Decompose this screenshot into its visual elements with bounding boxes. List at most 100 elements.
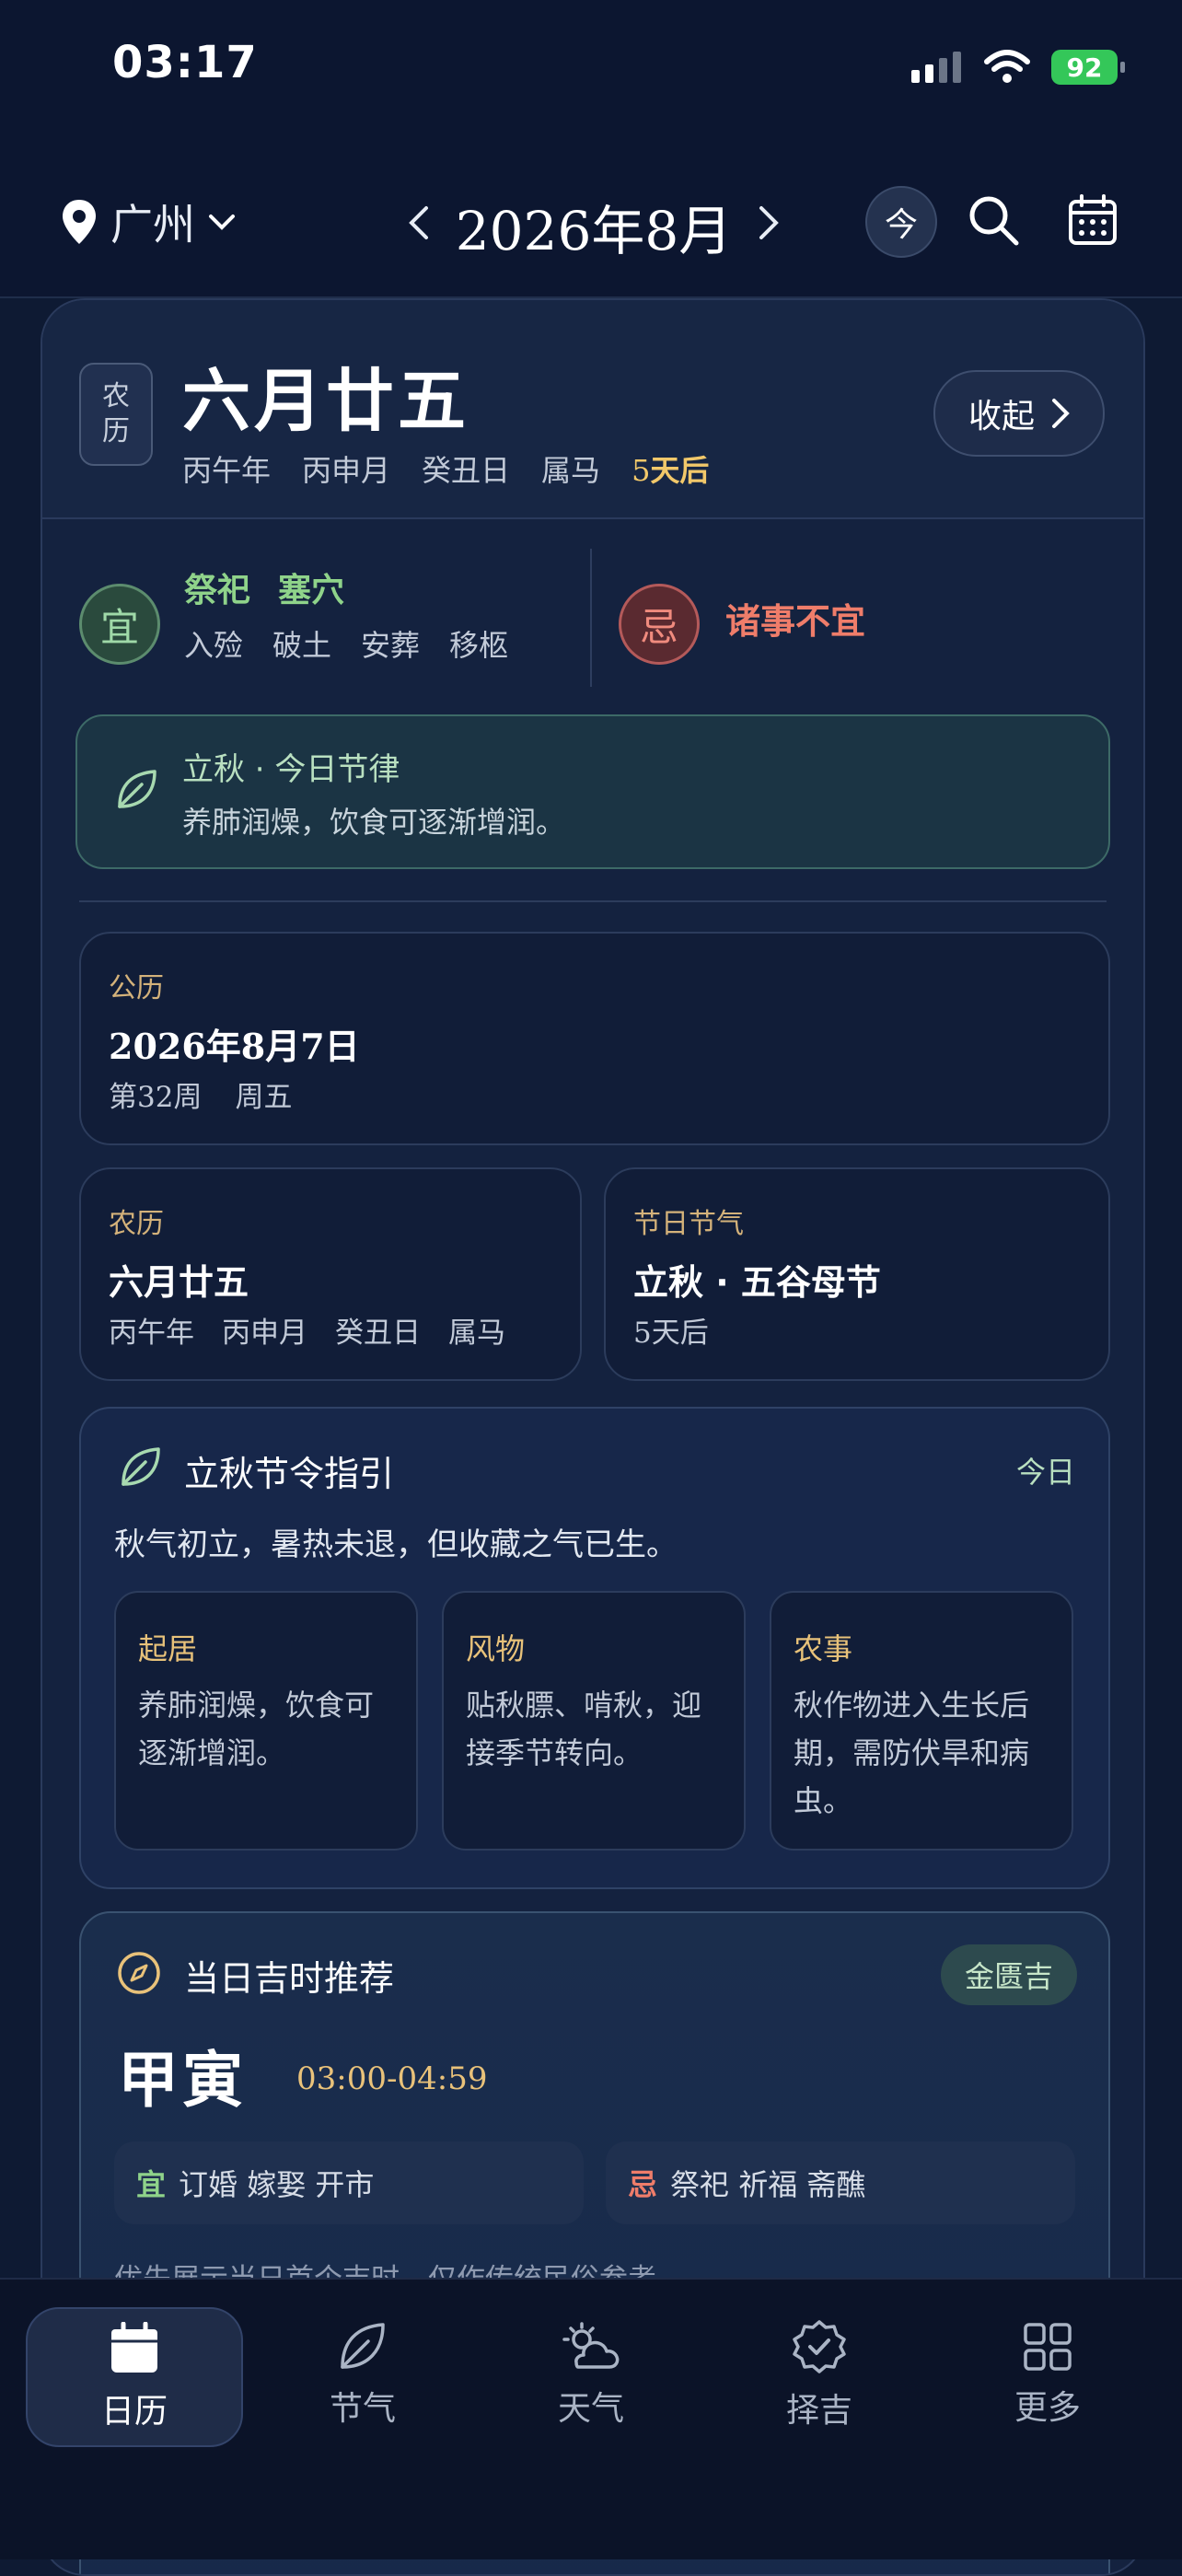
week-number: 第32周 bbox=[109, 1081, 203, 1114]
hour-yi-pill: 宜 订婚 嫁娶 开市 bbox=[114, 2141, 584, 2224]
lunar-badge-char-2: 历 bbox=[102, 415, 130, 447]
month-switcher: 2026年8月 bbox=[396, 188, 792, 265]
next-month-button[interactable] bbox=[746, 202, 792, 251]
guide-item-title: 风物 bbox=[466, 1631, 526, 1666]
lunar-sub-item: 属马 bbox=[448, 1317, 505, 1350]
countdown-number: 5 bbox=[632, 453, 651, 488]
yi-ji-divider bbox=[590, 549, 592, 687]
hour-time-range: 03:00-04:59 bbox=[296, 2060, 488, 2097]
search-icon bbox=[969, 196, 1019, 246]
tab-label: 择吉 bbox=[785, 2392, 852, 2430]
yi-sub-item: 安葬 bbox=[361, 628, 421, 663]
tab-solar-terms[interactable]: 节气 bbox=[256, 2307, 469, 2443]
gregorian-label: 公历 bbox=[109, 972, 164, 1004]
calendar-view-button[interactable] bbox=[1059, 186, 1127, 254]
guide-item-living: 起居 养肺润燥，饮食可逐渐增润。 bbox=[114, 1591, 418, 1851]
badge-check-icon bbox=[793, 2320, 846, 2373]
festival-value: 立秋 · 五谷母节 bbox=[633, 1262, 881, 1303]
lunar-label: 农历 bbox=[109, 1208, 164, 1240]
chevron-right-icon bbox=[1052, 399, 1070, 428]
chevron-right-icon bbox=[759, 206, 779, 239]
solar-term-rhythm-banner[interactable]: 立秋 · 今日节律 养肺润燥，饮食可逐渐增润。 bbox=[75, 714, 1110, 869]
weekday: 周五 bbox=[235, 1081, 293, 1114]
yi-ji-section: 宜 祭祀 塞穴 入殓 破土 安葬 移柩 忌 诸事不宜 bbox=[42, 549, 1143, 687]
city-selector[interactable]: 广州 bbox=[61, 191, 236, 252]
collapse-button[interactable]: 收起 bbox=[933, 370, 1105, 457]
calendar-icon bbox=[111, 2322, 157, 2373]
hour-ji-pill: 忌 祭祀 祈福 斋醮 bbox=[606, 2141, 1075, 2224]
yi-sub-item: 破土 bbox=[272, 628, 332, 663]
lunar-sub-item: 丙午年 bbox=[109, 1317, 194, 1350]
festival-card: 节日节气 立秋 · 五谷母节 5天后 bbox=[604, 1167, 1110, 1381]
yi-sub-item: 入殓 bbox=[184, 628, 244, 663]
wifi-icon bbox=[984, 50, 1030, 83]
hour-ganzhi: 甲寅 bbox=[118, 2044, 247, 2116]
tab-calendar[interactable]: 日历 bbox=[26, 2307, 243, 2447]
auspicious-badge: 金匮吉 bbox=[940, 1944, 1077, 2005]
signal-icon bbox=[911, 52, 961, 83]
day-header: 农 历 六月廿五 丙午年 丙申月 癸丑日 属马 5天后 收起 bbox=[42, 300, 1143, 519]
yi-badge: 宜 bbox=[79, 584, 160, 665]
guide-item-text: 贴秋膘、啃秋，迎接季节转向。 bbox=[466, 1688, 702, 1770]
yi-sub-list: 入殓 破土 安葬 移柩 bbox=[184, 622, 508, 665]
guide-item-title: 农事 bbox=[794, 1631, 853, 1666]
gregorian-card: 公历 2026年8月7日 第32周 周五 bbox=[79, 932, 1110, 1145]
tab-auspicious[interactable]: 择吉 bbox=[713, 2307, 926, 2443]
ganzhi-month: 丙申月 bbox=[302, 453, 391, 488]
yi-main-list: 祭祀 塞穴 bbox=[184, 563, 344, 611]
ji-badge: 忌 bbox=[619, 584, 700, 665]
yi-main-item: 塞穴 bbox=[278, 572, 345, 609]
lunar-date-title: 六月廿五 bbox=[182, 362, 469, 441]
lunar-badge-char-1: 农 bbox=[102, 380, 130, 412]
tab-label: 更多 bbox=[1014, 2389, 1081, 2427]
hour-yi-label: 宜 bbox=[136, 2167, 167, 2202]
lunar-sub-item: 癸丑日 bbox=[335, 1317, 421, 1350]
search-button[interactable] bbox=[959, 186, 1027, 254]
compass-icon bbox=[118, 1952, 160, 1994]
leaf-icon bbox=[118, 770, 156, 808]
bottom-tab-bar: 日历 节气 天气 择吉 更多 bbox=[0, 2278, 1182, 2559]
ganzhi-row: 丙午年 丙申月 癸丑日 属马 5天后 bbox=[182, 447, 709, 490]
tab-label: 节气 bbox=[329, 2390, 396, 2428]
guide-item-title: 起居 bbox=[138, 1631, 198, 1666]
yi-main-item: 祭祀 bbox=[184, 572, 251, 609]
ji-text: 诸事不宜 bbox=[725, 601, 866, 642]
tab-more[interactable]: 更多 bbox=[941, 2307, 1154, 2443]
gregorian-sub: 第32周 周五 bbox=[109, 1073, 292, 1115]
lunar-card: 农历 六月廿五 丙午年 丙申月 癸丑日 属马 bbox=[79, 1167, 582, 1381]
ganzhi-day: 癸丑日 bbox=[422, 453, 511, 488]
hour-ji-label: 忌 bbox=[628, 2167, 658, 2202]
today-button[interactable]: 今 bbox=[865, 186, 937, 258]
guide-title: 立秋节令指引 bbox=[184, 1454, 395, 1494]
lunar-sub-item: 丙申月 bbox=[222, 1317, 307, 1350]
prev-month-button[interactable] bbox=[396, 202, 442, 251]
countdown-text: 天后 bbox=[650, 453, 710, 488]
guide-today-tag: 今日 bbox=[1015, 1455, 1075, 1490]
yi-sub-item: 移柩 bbox=[449, 628, 509, 663]
day-detail-card: 农 历 六月廿五 丙午年 丙申月 癸丑日 属马 5天后 收起 宜 祭祀 塞穴 入… bbox=[41, 298, 1145, 2576]
rhythm-text: 养肺润燥，饮食可逐渐增润。 bbox=[182, 805, 566, 840]
tab-label: 天气 bbox=[557, 2390, 624, 2428]
lunar-value: 六月廿五 bbox=[109, 1262, 249, 1303]
guide-item-text: 养肺润燥，饮食可逐渐增润。 bbox=[138, 1688, 375, 1770]
lunar-sub: 丙午年 丙申月 癸丑日 属马 bbox=[109, 1309, 505, 1351]
festival-countdown: 5天后 bbox=[633, 1317, 709, 1350]
location-pin-icon bbox=[63, 200, 96, 244]
collapse-label: 收起 bbox=[968, 398, 1035, 435]
month-title[interactable]: 2026年8月 bbox=[456, 188, 733, 265]
tab-label: 日历 bbox=[100, 2393, 168, 2431]
tab-weather[interactable]: 天气 bbox=[484, 2307, 698, 2443]
zodiac: 属马 bbox=[541, 453, 601, 488]
countdown: 5天后 bbox=[632, 447, 709, 490]
section-divider bbox=[79, 900, 1107, 902]
leaf-icon bbox=[341, 2323, 385, 2369]
status-icons: 92 bbox=[911, 44, 1125, 90]
weather-icon bbox=[562, 2322, 620, 2369]
ganzhi-year: 丙午年 bbox=[182, 453, 272, 488]
chevron-left-icon bbox=[409, 206, 428, 239]
auspicious-title: 当日吉时推荐 bbox=[184, 1958, 395, 1999]
hour-ji-items: 祭祀 祈福 斋醮 bbox=[670, 2167, 866, 2202]
rhythm-title: 立秋 · 今日节律 bbox=[182, 751, 400, 788]
hour-yi-items: 订婚 嫁娶 开市 bbox=[179, 2167, 375, 2202]
lunar-badge: 农 历 bbox=[79, 363, 153, 466]
